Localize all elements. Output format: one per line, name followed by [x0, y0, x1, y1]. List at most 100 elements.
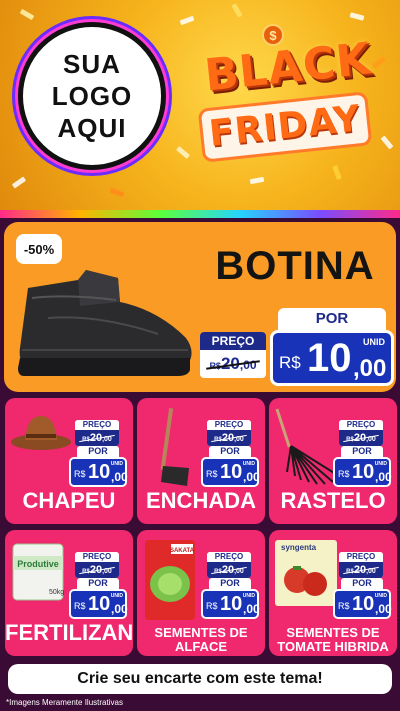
product-name-line2: TOMATE HIBRIDA — [277, 639, 389, 654]
old-price-int: 20 — [221, 432, 235, 444]
seed-packet-icon: syngenta — [273, 538, 339, 613]
old-price-currency: R$ — [346, 437, 354, 443]
new-price-box: UNID R$ 10 ,00 — [201, 457, 260, 487]
new-price-dec: ,00 — [243, 602, 260, 616]
hat-icon — [9, 406, 73, 461]
product-card[interactable]: syngenta PREÇO R$20,00 POR UNID R$ 10 ,0… — [269, 530, 397, 656]
new-price-tag: POR UNID R$ 10 ,00 — [69, 446, 128, 488]
new-price-int: 10 — [88, 593, 111, 615]
rainbow-divider — [0, 210, 400, 218]
old-price-label: PREÇO — [339, 420, 383, 430]
new-price-dec: ,00 — [375, 602, 392, 616]
fertilizer-weight-text: 50kg — [49, 589, 64, 596]
new-price-box: UNID R$ 10 ,00 — [270, 330, 394, 386]
new-price-currency: R$ — [74, 601, 86, 611]
confetti — [179, 15, 195, 26]
unit-label: UNID — [242, 593, 255, 599]
product-card[interactable]: SAKATA PREÇO R$20,00 POR UNID R$ 10 ,00 … — [137, 530, 265, 656]
new-price-dec: ,00 — [243, 470, 260, 484]
new-price-int: 10 — [88, 461, 111, 483]
new-price-int: 10 — [352, 593, 375, 615]
product-name-line1: SEMENTES DE — [154, 625, 248, 640]
old-price-currency: R$ — [214, 569, 222, 575]
product-name-line1: SEMENTES DE — [286, 625, 380, 640]
old-price-label: PREÇO — [75, 420, 119, 430]
old-price-currency: R$ — [346, 569, 354, 575]
unit-label: UNID — [363, 337, 385, 347]
old-price-label: PREÇO — [207, 420, 251, 430]
old-price-dec: ,00 — [239, 358, 257, 372]
new-price-tag: POR UNID R$ 10 ,00 — [270, 308, 394, 388]
tomato-brand-text: syngenta — [281, 543, 317, 552]
confetti — [11, 176, 27, 189]
old-price-tag: PREÇO R$20,00 — [75, 552, 119, 578]
old-price-dec: ,00 — [366, 568, 376, 575]
unit-label: UNID — [242, 461, 255, 467]
old-price-dec: ,00 — [366, 436, 376, 443]
old-price-int: 20 — [89, 564, 103, 576]
old-price-currency: R$ — [82, 569, 90, 575]
product-card[interactable]: PREÇO R$20,00 POR UNID R$ 10 ,00 RASTELO — [269, 398, 397, 524]
new-price-box: UNID R$ 10 ,00 — [333, 589, 392, 619]
old-price-tag: PREÇO R$20,00 — [339, 420, 383, 446]
cta-banner[interactable]: Crie seu encarte com este tema! — [8, 664, 392, 694]
old-price-value: R$20,00 — [75, 430, 119, 446]
old-price-value: R$20,00 — [200, 350, 266, 378]
old-price-value: R$20,00 — [75, 562, 119, 578]
fertilizer-brand-text: Produtive — [17, 559, 59, 569]
product-name: SEMENTES DE ALFACE — [137, 626, 265, 654]
confetti — [249, 176, 265, 185]
old-price-int: 20 — [353, 564, 367, 576]
new-price-tag: POR UNID R$ 10 ,00 — [333, 446, 392, 488]
confetti — [109, 187, 125, 198]
old-price-tag: PREÇO R$20,00 — [200, 332, 266, 378]
confetti — [231, 3, 243, 18]
logo-placeholder[interactable]: SUA LOGO AQUI — [18, 22, 166, 170]
old-price-tag: PREÇO R$20,00 — [75, 420, 119, 446]
new-price-currency: R$ — [279, 353, 301, 372]
new-price-dec: ,00 — [111, 470, 128, 484]
new-price-tag: POR UNID R$ 10 ,00 — [333, 578, 392, 620]
product-name: SEMENTES DE TOMATE HIBRIDA — [269, 626, 397, 654]
old-price-tag: PREÇO R$20,00 — [339, 552, 383, 578]
fertilizer-bag-icon: Produtive 50kg — [9, 538, 69, 609]
new-price-label: POR — [209, 446, 251, 457]
new-price-currency: R$ — [338, 601, 350, 611]
new-price-label: POR — [209, 578, 251, 589]
confetti — [176, 146, 190, 159]
product-name: FERTILIZANTES — [5, 620, 133, 645]
new-price-int: 10 — [307, 336, 352, 380]
new-price-dec: ,00 — [111, 602, 128, 616]
old-price-dec: ,00 — [234, 436, 244, 443]
old-price-value: R$20,00 — [339, 430, 383, 446]
logo-text-line3: AQUI — [57, 113, 127, 143]
unit-label: UNID — [110, 461, 123, 467]
new-price-tag: POR UNID R$ 10 ,00 — [201, 446, 260, 488]
new-price-dec: ,00 — [375, 470, 392, 484]
new-price-box: UNID R$ 10 ,00 — [69, 589, 128, 619]
product-card[interactable]: Produtive 50kg PREÇO R$20,00 POR UNID R$ … — [5, 530, 133, 656]
product-card[interactable]: PREÇO R$20,00 POR UNID R$ 10 ,00 CHAPEU — [5, 398, 133, 524]
old-price-label: PREÇO — [339, 552, 383, 562]
old-price-value: R$20,00 — [339, 562, 383, 578]
old-price-int: 20 — [220, 354, 240, 373]
new-price-int: 10 — [220, 593, 243, 615]
old-price-dec: ,00 — [102, 568, 112, 575]
boot-icon — [18, 270, 192, 376]
old-price-label: PREÇO — [200, 332, 266, 350]
black-friday-title-friday: FRIDAY — [197, 91, 373, 163]
old-price-int: 20 — [353, 432, 367, 444]
confetti — [380, 135, 394, 150]
old-price-value: R$20,00 — [207, 562, 251, 578]
header-banner: SUA LOGO AQUI $ BLACK FRIDAY — [0, 0, 400, 210]
old-price-value: R$20,00 — [207, 430, 251, 446]
new-price-tag: POR UNID R$ 10 ,00 — [201, 578, 260, 620]
new-price-dec: ,00 — [353, 355, 387, 382]
old-price-int: 20 — [89, 432, 103, 444]
old-price-dec: ,00 — [102, 436, 112, 443]
product-card[interactable]: PREÇO R$20,00 POR UNID R$ 10 ,00 ENCHADA — [137, 398, 265, 524]
new-price-currency: R$ — [206, 601, 218, 611]
new-price-label: POR — [77, 446, 119, 457]
featured-product-card[interactable]: -50% BOTINA PREÇO R$20,00 POR UNID R$ 10… — [4, 222, 396, 392]
old-price-dec: ,00 — [234, 568, 244, 575]
